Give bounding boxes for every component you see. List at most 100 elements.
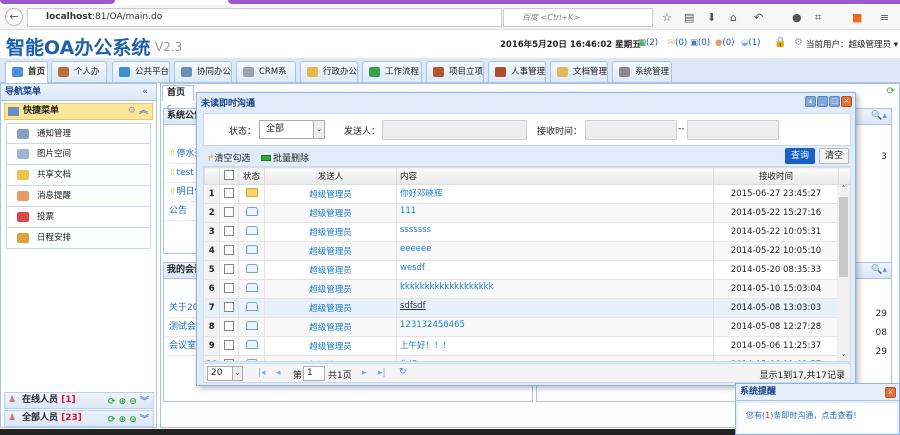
row-content[interactable]: 123132456465 <box>396 317 714 337</box>
table-row[interactable]: 8 超级管理员 123132456465 2014-05-08 12:27:28 <box>204 317 850 337</box>
row-checkbox[interactable] <box>219 241 239 261</box>
row-sender[interactable]: 超级管理员 <box>264 184 397 204</box>
row-sender[interactable]: 超级管理员 <box>264 355 397 361</box>
all-users-tools[interactable]: ⟳ ⊕ ⊖ ︾ <box>108 413 149 428</box>
current-user[interactable]: 当前用户：超级管理员 ▾ <box>806 38 898 50</box>
tab-crm[interactable]: CRM系统 <box>236 61 296 97</box>
column-content[interactable]: 内容 <box>396 167 714 185</box>
back-button[interactable]: ← <box>5 8 23 26</box>
row-checkbox[interactable] <box>219 355 239 361</box>
table-row[interactable]: 3 超级管理员 sssssss 2014-05-22 10:05:31 <box>204 222 850 242</box>
page-size-select[interactable]: 20 ⌄ <box>207 366 243 381</box>
crop-icon[interactable]: ⌗ <box>815 11 821 25</box>
sidebar-item-message-reminder[interactable]: 消息提醒 <box>6 186 151 207</box>
tab-public-platform[interactable]: 公共平台 <box>112 61 170 82</box>
table-row[interactable]: 1 超级管理员 你好邓晓辉 2015-06-27 23:45:27 <box>204 184 850 204</box>
tab-personal-office[interactable]: 个人办公 <box>51 61 107 97</box>
sidebar-item-shared-docs[interactable]: 共享文档 <box>6 165 151 186</box>
gear-icon[interactable]: ⚙ ︽ <box>128 104 148 119</box>
sidebar-item-images[interactable]: 图片空间 <box>6 144 151 165</box>
query-button[interactable]: 查询 <box>785 148 815 164</box>
table-row[interactable]: 6 超级管理员 kkkkkkkkkkkkkkkkkkk 2014-05-10 1… <box>204 279 850 299</box>
row-content[interactable]: wesdf <box>396 260 714 280</box>
close-icon[interactable]: × <box>841 96 852 107</box>
online-users-bar[interactable]: ♟ 在线人员 [1] ⟳ ⊕ ⊖ ︾ <box>4 392 154 409</box>
row-checkbox[interactable] <box>219 317 239 337</box>
close-icon[interactable]: × <box>885 387 896 398</box>
bookmark-star-icon[interactable]: ☆ <box>662 11 672 24</box>
reset-button[interactable]: 清空 <box>819 148 849 164</box>
table-row[interactable]: 4 超级管理员 eeeeee 2014-05-22 10:05:10 <box>204 241 850 261</box>
sidebar-item-notice[interactable]: 通知管理 <box>6 123 151 144</box>
extension-icon[interactable]: ■ <box>852 11 862 24</box>
tab-home[interactable]: 首页 <box>5 61 48 83</box>
sender-input[interactable] <box>382 120 527 140</box>
row-content[interactable]: 你好 <box>396 355 714 361</box>
calendar-counter[interactable]: ▣(0) <box>690 38 710 48</box>
minimize-icon[interactable]: _ <box>817 96 828 107</box>
time-end-input[interactable] <box>687 120 779 140</box>
page-input[interactable]: 1 <box>303 366 325 381</box>
message-counter[interactable]: ◒(1) <box>741 38 760 48</box>
table-row[interactable]: 2 超级管理员 111 2014-05-22 15:27:16 <box>204 203 850 223</box>
clear-selection-button[interactable]: ↱清空勾选 <box>207 151 251 164</box>
grid-scrollbar[interactable]: ˄ ˅ <box>837 185 850 361</box>
row-content[interactable]: sdfsdf <box>396 298 714 318</box>
collapse-icon[interactable]: « <box>142 84 148 101</box>
tab-hr[interactable]: 人事管理 <box>488 61 546 82</box>
last-page-button[interactable]: ▸| <box>378 368 386 378</box>
row-sender[interactable]: 超级管理员 <box>264 241 397 261</box>
time-start-input[interactable] <box>585 120 677 140</box>
row-content[interactable]: eeeeee <box>396 241 714 261</box>
next-page-button[interactable]: ▸ <box>362 368 367 378</box>
mail-counter[interactable]: ✉(0) <box>668 38 687 48</box>
table-row[interactable]: 7 超级管理员 sdfsdf 2014-05-08 13:03:03 <box>204 298 850 318</box>
online-tools[interactable]: ⟳ ⊕ ⊖ ︾ <box>108 395 149 410</box>
all-users-bar[interactable]: ♟ 全部人员 [23] ⟳ ⊕ ⊖ ︾ <box>4 410 154 427</box>
address-bar[interactable]: localhost:81/OA/main.do <box>27 8 502 27</box>
row-content[interactable]: kkkkkkkkkkkkkkkkkkk <box>396 279 714 299</box>
users-counter[interactable]: ▦(2) <box>638 38 658 48</box>
row-checkbox[interactable] <box>219 260 239 280</box>
row-content[interactable]: 上午好！！！ <box>396 336 714 356</box>
refresh-icon[interactable]: ↻ <box>399 367 407 377</box>
tab-documents[interactable]: 文档管理 <box>550 61 608 82</box>
refresh-icon[interactable]: c <box>167 103 172 113</box>
tab-project[interactable]: 项目立项 <box>426 61 484 82</box>
reading-list-icon[interactable]: ▤ <box>684 11 694 24</box>
notification-message[interactable]: 您有(1)条即时沟通，点击查看! <box>738 403 897 433</box>
status-select[interactable]: 全部 ⌄ <box>259 120 325 139</box>
table-row[interactable]: 5 超级管理员 wesdf 2014-05-20 08:35:33 <box>204 260 850 280</box>
table-row[interactable]: 10 超级管理员 你好 2014-05-06 11:09:57 <box>204 355 850 361</box>
collapse-icon[interactable]: ▴ <box>805 96 816 107</box>
batch-delete-button[interactable]: 批量删除 <box>261 151 309 164</box>
search-box[interactable]: 百度 <Ctrl+K> <box>503 8 653 27</box>
row-sender[interactable]: 超级管理员 <box>264 203 397 223</box>
chat-counter[interactable]: ●(0) <box>715 38 734 48</box>
row-sender[interactable]: 超级管理员 <box>264 222 397 242</box>
sidebar-item-schedule[interactable]: 日程安排 <box>6 228 151 249</box>
menu-icon[interactable]: ≡ <box>880 11 889 24</box>
row-checkbox[interactable] <box>219 184 239 204</box>
download-icon[interactable]: ⬇ <box>707 11 716 24</box>
row-checkbox[interactable] <box>219 222 239 242</box>
tab-home-content[interactable]: 首页 c <box>162 85 194 113</box>
row-checkbox[interactable] <box>219 279 239 299</box>
row-checkbox[interactable] <box>219 336 239 356</box>
chat-bubble-icon[interactable]: ● <box>792 11 802 24</box>
search-icon[interactable]: 🔍▴ <box>871 263 887 278</box>
lock-icon[interactable]: 🔒 <box>774 37 786 48</box>
tab-admin-office[interactable]: 行政办公 <box>300 61 358 82</box>
table-row[interactable]: 9 超级管理员 上午好！！！ 2014-05-06 11:25:37 <box>204 336 850 356</box>
row-content[interactable]: sssssss <box>396 222 714 242</box>
row-sender[interactable]: 超级管理员 <box>264 336 397 356</box>
row-checkbox[interactable] <box>219 203 239 223</box>
row-sender[interactable]: 超级管理员 <box>264 298 397 318</box>
quick-menu-header[interactable]: 快捷菜单 ⚙ ︽ <box>4 103 153 120</box>
refresh-icon[interactable]: ⟳ <box>887 86 895 97</box>
search-icon[interactable]: 🔍▴ <box>871 109 887 124</box>
maximize-icon[interactable]: □ <box>829 96 840 107</box>
home-icon[interactable]: ⌂ <box>730 11 737 24</box>
row-content[interactable]: 你好邓晓辉 <box>396 184 714 204</box>
undo-icon[interactable]: ↶ <box>754 11 763 24</box>
